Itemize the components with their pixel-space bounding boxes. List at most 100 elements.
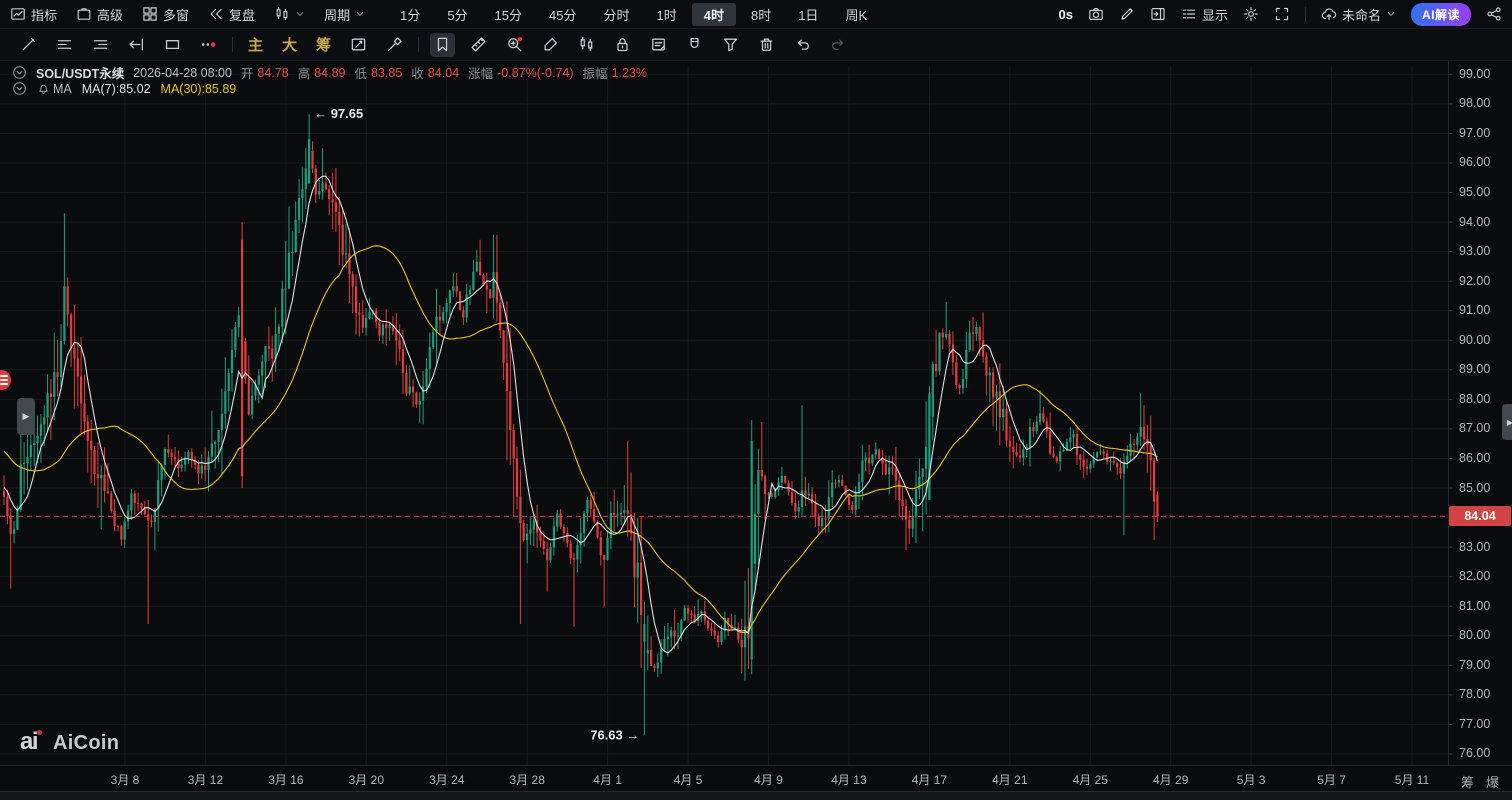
menu-label: 多窗 (163, 5, 189, 24)
toggle-爆[interactable]: 爆 (1486, 772, 1499, 791)
tool-undo[interactable] (790, 33, 815, 57)
date-tick-label: 4月 17 (912, 771, 947, 788)
date-tick-label: 3月 28 (510, 771, 545, 788)
tool-magnet[interactable] (682, 33, 707, 57)
ohlc-field: 低83.85 (355, 63, 403, 82)
ma30-value: MA(30):85.89 (161, 82, 237, 96)
tool-edit-layout[interactable] (346, 33, 371, 57)
edit-pencil-icon[interactable] (1119, 6, 1135, 22)
tool-delete[interactable] (754, 33, 779, 57)
last-price-badge: 84.04 (1449, 506, 1511, 526)
price-tick-label: 92.00 (1459, 274, 1509, 288)
chevron-down-icon (355, 9, 365, 19)
ohlc-field: 开84.78 (241, 63, 289, 82)
layout-name-selector[interactable]: 未命名 (1321, 5, 1396, 24)
date-tick-label: 4月 13 (831, 771, 866, 788)
price-tick-label: 88.00 (1459, 392, 1509, 406)
tool-chips-chart[interactable]: 筹 (312, 34, 335, 55)
timeframe-4时[interactable]: 4时 (692, 3, 736, 26)
period-label: 周期 (324, 5, 350, 24)
tool-rectangle[interactable] (160, 33, 185, 57)
indicator-name[interactable]: MA (37, 82, 72, 96)
menu-multi-window[interactable]: 多窗 (142, 5, 189, 24)
tool-filter[interactable] (718, 33, 743, 57)
timeframe-1时[interactable]: 1时 (645, 3, 689, 26)
tool-lock[interactable] (610, 33, 635, 57)
tool-template-list[interactable] (88, 33, 113, 57)
tool-zoom[interactable] (502, 33, 527, 57)
layout-name: 未命名 (1342, 5, 1381, 24)
tool-redo[interactable] (826, 33, 851, 57)
tool-kline-settings[interactable] (574, 33, 599, 57)
list-icon (1181, 6, 1197, 22)
date-tick-label: 3月 24 (429, 771, 464, 788)
price-tick-label: 99.00 (1459, 67, 1509, 81)
left-panel-expand-handle[interactable]: ▶ (17, 398, 35, 435)
date-tick-label: 3月 12 (188, 771, 223, 788)
tool-indicator-list[interactable] (52, 33, 77, 57)
tool-main-chart[interactable]: 主 (244, 34, 267, 55)
price-tick-label: 93.00 (1459, 244, 1509, 258)
display-settings-toggle[interactable]: 显示 (1181, 5, 1228, 24)
price-tick-label: 77.00 (1459, 717, 1509, 731)
candlestick-chart[interactable]: ← 97.6576.63 → (0, 60, 1512, 799)
ai-analysis-button[interactable]: AI解读 (1411, 3, 1471, 26)
topbar-menus: 指标高级 多窗复盘 (10, 5, 255, 24)
timeframe-1分[interactable]: 1分 (388, 3, 432, 26)
toggle-筹[interactable]: 筹 (1461, 772, 1474, 791)
menu-advanced[interactable]: 高级 (76, 5, 123, 24)
tool-eraser[interactable] (382, 33, 407, 57)
topbar-right-group: 0s 显示 未命名 AI解读 (1058, 0, 1502, 28)
timeframe-5分[interactable]: 5分 (435, 3, 479, 26)
chart-area[interactable]: ← 97.6576.63 → SOL/USDT永续 2026-04-28 08:… (0, 60, 1512, 799)
menu-indicators[interactable]: 指标 (10, 5, 57, 24)
price-tick-label: 79.00 (1459, 658, 1509, 672)
top-toolbar: 指标高级 多窗复盘 周期 1分5分15分45分分时1时4时8时1日周K 0s 显示… (0, 0, 1512, 29)
symbol-name[interactable]: SOL/USDT永续 (36, 63, 124, 82)
replay-icon (208, 6, 224, 22)
tool-large-chart[interactable]: 大 (278, 34, 301, 55)
multi-window-icon (142, 6, 158, 22)
bar-datetime: 2026-04-28 08:00 (133, 66, 232, 80)
price-tick-label: 94.00 (1459, 215, 1509, 229)
price-tick-label: 81.00 (1459, 599, 1509, 613)
timeframe-1日[interactable]: 1日 (786, 3, 830, 26)
price-tick-label: 78.00 (1459, 687, 1509, 701)
price-tick-label: 98.00 (1459, 96, 1509, 110)
timeframe-周K[interactable]: 周K (833, 3, 879, 26)
menu-label: 指标 (31, 5, 57, 24)
period-selector[interactable]: 周期 (324, 5, 365, 24)
right-panel-expand-handle[interactable]: ▶ (1502, 404, 1512, 440)
price-tick-label: 89.00 (1459, 362, 1509, 376)
collapse-circle-icon[interactable] (12, 65, 27, 80)
timeframe-8时[interactable]: 8时 (739, 3, 783, 26)
tool-price-line[interactable] (124, 33, 149, 57)
timeframe-分时[interactable]: 分时 (591, 3, 641, 26)
settings-gear-icon[interactable] (1243, 6, 1259, 22)
date-tick-label: 4月 5 (674, 771, 703, 788)
add-panel-icon[interactable] (1150, 6, 1166, 22)
tool-note[interactable] (646, 33, 671, 57)
divider (1305, 7, 1306, 22)
tool-ruler[interactable] (466, 33, 491, 57)
timeframe-15分[interactable]: 15分 (483, 3, 534, 26)
ohlc-values: 开84.78高84.89低83.85收84.04涨幅-0.87%(-0.74)振… (241, 63, 647, 82)
ohlc-field: 振幅1.23% (583, 63, 647, 82)
date-tick-label: 5月 3 (1237, 771, 1266, 788)
alert-bell-icon[interactable] (37, 82, 50, 95)
timeframe-group: 1分5分15分45分分时1时4时8时1日周K (388, 3, 879, 26)
tool-brush[interactable] (538, 33, 563, 57)
chart-type-selector[interactable] (274, 6, 305, 22)
fullscreen-icon[interactable] (1274, 6, 1290, 22)
collapse-circle-icon[interactable] (12, 81, 27, 96)
tool-bookmark[interactable] (430, 33, 455, 57)
price-tick-label: 91.00 (1459, 303, 1509, 317)
ma7-value: MA(7):85.02 (82, 82, 151, 96)
tool-more-drawings[interactable] (196, 33, 221, 57)
tool-draw-line[interactable] (16, 33, 41, 57)
share-icon[interactable] (1486, 6, 1502, 22)
screenshot-camera-icon[interactable] (1088, 6, 1104, 22)
timeframe-45分[interactable]: 45分 (537, 3, 588, 26)
ohlc-field: 涨幅-0.87%(-0.74) (468, 63, 573, 82)
menu-replay[interactable]: 复盘 (208, 5, 255, 24)
